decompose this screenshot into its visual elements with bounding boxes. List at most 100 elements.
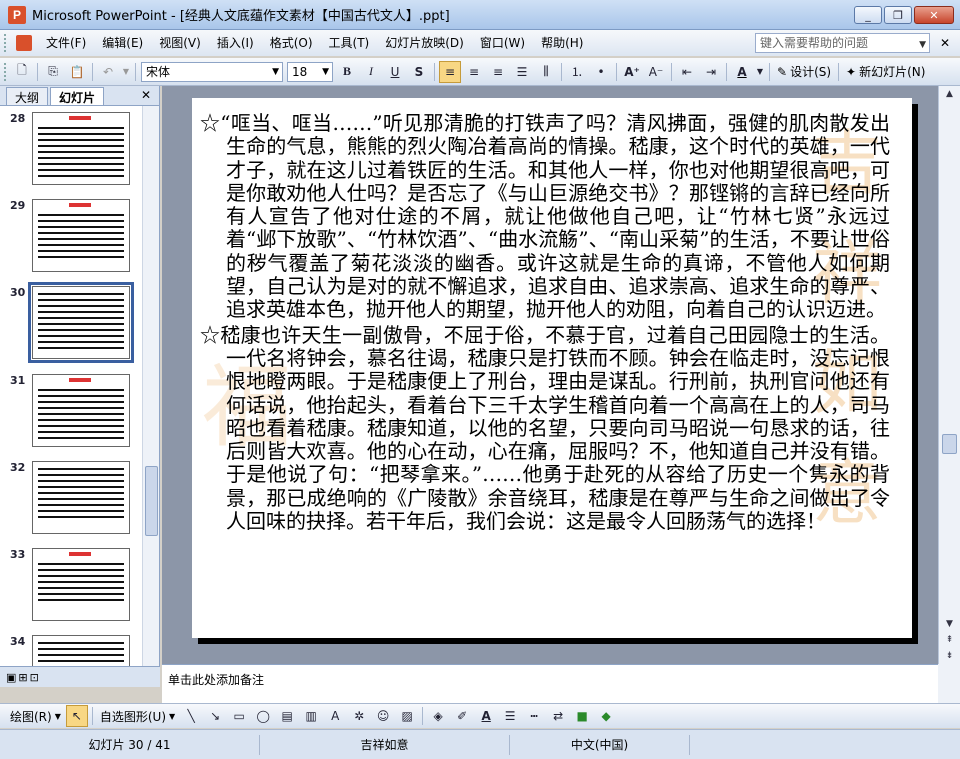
current-slide[interactable]: 吉祥如意 福 ☆“哐当、哐当……”听见那清脆的打铁声了吗？清风拂面，强健的肌肉散… bbox=[192, 98, 912, 638]
new-slide-button[interactable]: ✦ 新幻灯片(N) bbox=[842, 63, 929, 80]
font-color-dropdown-icon[interactable]: ▼ bbox=[755, 61, 765, 83]
slide-thumbnail-29[interactable]: 29 bbox=[0, 197, 142, 277]
bullets-icon[interactable]: • bbox=[590, 61, 612, 83]
slide-thumbnail-32[interactable]: 32 bbox=[0, 459, 142, 539]
copy-icon[interactable]: ⎘ bbox=[42, 61, 64, 83]
pane-scroll-thumb[interactable] bbox=[145, 466, 158, 536]
menu-edit[interactable]: 编辑(E) bbox=[94, 32, 151, 54]
toolbar-separator bbox=[91, 707, 93, 725]
slide-vertical-scrollbar[interactable]: ▲ ▼ ⇞ ⇟ bbox=[938, 86, 960, 664]
underline-icon[interactable]: U bbox=[384, 61, 406, 83]
previous-slide-icon[interactable]: ⇞ bbox=[939, 632, 960, 648]
new-file-icon[interactable]: 🗋 bbox=[11, 61, 33, 83]
undo-icon[interactable]: ↶ bbox=[97, 61, 119, 83]
font-size-select[interactable]: 18 ▼ bbox=[287, 61, 333, 82]
align-right-icon[interactable]: ≡ bbox=[487, 61, 509, 83]
slide-thumbnail-28[interactable]: 28 bbox=[0, 110, 142, 190]
slide-thumbnail-31[interactable]: 31 bbox=[0, 372, 142, 452]
close-button[interactable]: ✕ bbox=[914, 6, 954, 24]
paste-icon[interactable]: 📋 bbox=[66, 61, 88, 83]
slide-sorter-icon[interactable]: ⊞ bbox=[18, 671, 27, 684]
menu-slideshow[interactable]: 幻灯片放映(D) bbox=[377, 32, 472, 54]
notes-scrollbar[interactable] bbox=[938, 664, 960, 703]
picture-icon[interactable]: ▨ bbox=[396, 705, 418, 727]
chevron-down-icon[interactable]: ▼ bbox=[272, 63, 279, 81]
shadow-style-icon[interactable]: ■ bbox=[571, 705, 593, 727]
menu-view[interactable]: 视图(V) bbox=[151, 32, 209, 54]
distributed-icon[interactable]: ⫼ bbox=[535, 61, 557, 83]
fill-color-icon[interactable]: ◈ bbox=[427, 705, 449, 727]
align-center-icon[interactable]: ≡ bbox=[463, 61, 485, 83]
minimize-button[interactable]: _ bbox=[854, 6, 882, 24]
menu-format[interactable]: 格式(O) bbox=[262, 32, 321, 54]
line-icon[interactable]: ╲ bbox=[180, 705, 202, 727]
shadow-text-icon[interactable]: S bbox=[408, 61, 430, 83]
drawbar-font-color-icon[interactable]: A bbox=[475, 705, 497, 727]
menu-help[interactable]: 帮助(H) bbox=[533, 32, 591, 54]
scroll-down-icon[interactable]: ▼ bbox=[939, 616, 960, 632]
slide-thumbnail-30[interactable]: 30 bbox=[0, 282, 142, 364]
menu-insert[interactable]: 插入(I) bbox=[209, 32, 262, 54]
dash-style-icon[interactable]: ┅ bbox=[523, 705, 545, 727]
pane-scrollbar[interactable] bbox=[142, 106, 159, 666]
clipart-icon[interactable]: ☺ bbox=[372, 705, 394, 727]
slide-thumbnail-image[interactable] bbox=[32, 374, 130, 447]
oval-icon[interactable]: ◯ bbox=[252, 705, 274, 727]
design-button[interactable]: ✎ 设计(S) bbox=[773, 63, 835, 80]
bold-icon[interactable]: B bbox=[336, 61, 358, 83]
arrow-style-icon[interactable]: ⇄ bbox=[547, 705, 569, 727]
pane-close-icon[interactable]: ✕ bbox=[141, 88, 151, 102]
slide-thumbnail-image[interactable] bbox=[32, 548, 130, 621]
slide-thumbnail-image[interactable] bbox=[32, 199, 130, 272]
document-close-icon[interactable]: ✕ bbox=[940, 36, 950, 50]
vertical-textbox-icon[interactable]: ▥ bbox=[300, 705, 322, 727]
tab-outline[interactable]: 大纲 bbox=[6, 87, 49, 105]
italic-icon[interactable]: I bbox=[360, 61, 382, 83]
decrease-indent-icon[interactable]: ⇤ bbox=[676, 61, 698, 83]
font-name-select[interactable]: 宋体 ▼ bbox=[141, 61, 283, 82]
menu-grip-handle[interactable] bbox=[4, 34, 10, 52]
justify-icon[interactable]: ☰ bbox=[511, 61, 533, 83]
wordart-icon[interactable]: A bbox=[324, 705, 346, 727]
autoshapes-button[interactable]: 自选图形(U) ▼ bbox=[96, 708, 179, 725]
normal-view-icon[interactable]: ▣ bbox=[6, 671, 16, 684]
chevron-down-icon[interactable]: ▼ bbox=[322, 63, 329, 81]
increase-font-icon[interactable]: A⁺ bbox=[621, 61, 643, 83]
notes-pane[interactable]: 单击此处添加备注 bbox=[162, 664, 938, 703]
toolbar-grip-handle[interactable] bbox=[4, 62, 10, 81]
numbering-icon[interactable]: ⒈ bbox=[566, 61, 588, 83]
undo-dropdown-icon[interactable]: ▼ bbox=[121, 61, 131, 83]
3d-style-icon[interactable]: ◆ bbox=[595, 705, 617, 727]
restore-button[interactable]: ❐ bbox=[884, 6, 912, 24]
help-search-input[interactable]: 键入需要帮助的问题 ▼ bbox=[755, 33, 930, 53]
draw-menu-button[interactable]: 绘图(R) ▼ bbox=[6, 708, 65, 725]
select-pointer-icon[interactable]: ↖ bbox=[65, 705, 88, 727]
slide-text-box[interactable]: ☆“哐当、哐当……”听见那清脆的打铁声了吗？清风拂面，强健的肌肉散发出生命的气息… bbox=[200, 111, 890, 535]
decrease-font-icon[interactable]: A⁻ bbox=[645, 61, 667, 83]
next-slide-icon[interactable]: ⇟ bbox=[939, 648, 960, 664]
arrow-icon[interactable]: ↘ bbox=[204, 705, 226, 727]
scroll-up-icon[interactable]: ▲ bbox=[939, 86, 960, 102]
slide-scroll-thumb[interactable] bbox=[942, 434, 957, 454]
slide-thumbnail-image[interactable] bbox=[28, 282, 134, 363]
align-left-icon[interactable]: ≡ bbox=[439, 60, 461, 83]
menu-file[interactable]: 文件(F) bbox=[38, 32, 94, 54]
powerpoint-app-icon[interactable]: P bbox=[8, 5, 26, 24]
tab-slides[interactable]: 幻灯片 bbox=[50, 87, 105, 105]
menu-tools[interactable]: 工具(T) bbox=[321, 32, 378, 54]
line-style-icon[interactable]: ☰ bbox=[499, 705, 521, 727]
textbox-icon[interactable]: ▤ bbox=[276, 705, 298, 727]
slide-thumbnail-image[interactable] bbox=[32, 635, 130, 669]
rectangle-icon[interactable]: ▭ bbox=[228, 705, 250, 727]
document-icon[interactable] bbox=[16, 35, 32, 51]
diagram-icon[interactable]: ✲ bbox=[348, 705, 370, 727]
line-color-icon[interactable]: ✐ bbox=[451, 705, 473, 727]
font-color-icon[interactable]: A bbox=[731, 61, 753, 83]
chevron-down-icon[interactable]: ▼ bbox=[919, 36, 926, 54]
slideshow-view-icon[interactable]: ⊡ bbox=[30, 671, 39, 684]
menu-window[interactable]: 窗口(W) bbox=[472, 32, 533, 54]
increase-indent-icon[interactable]: ⇥ bbox=[700, 61, 722, 83]
slide-thumbnail-33[interactable]: 33 bbox=[0, 546, 142, 626]
slide-thumbnail-image[interactable] bbox=[32, 461, 130, 534]
slide-thumbnail-image[interactable] bbox=[32, 112, 130, 185]
